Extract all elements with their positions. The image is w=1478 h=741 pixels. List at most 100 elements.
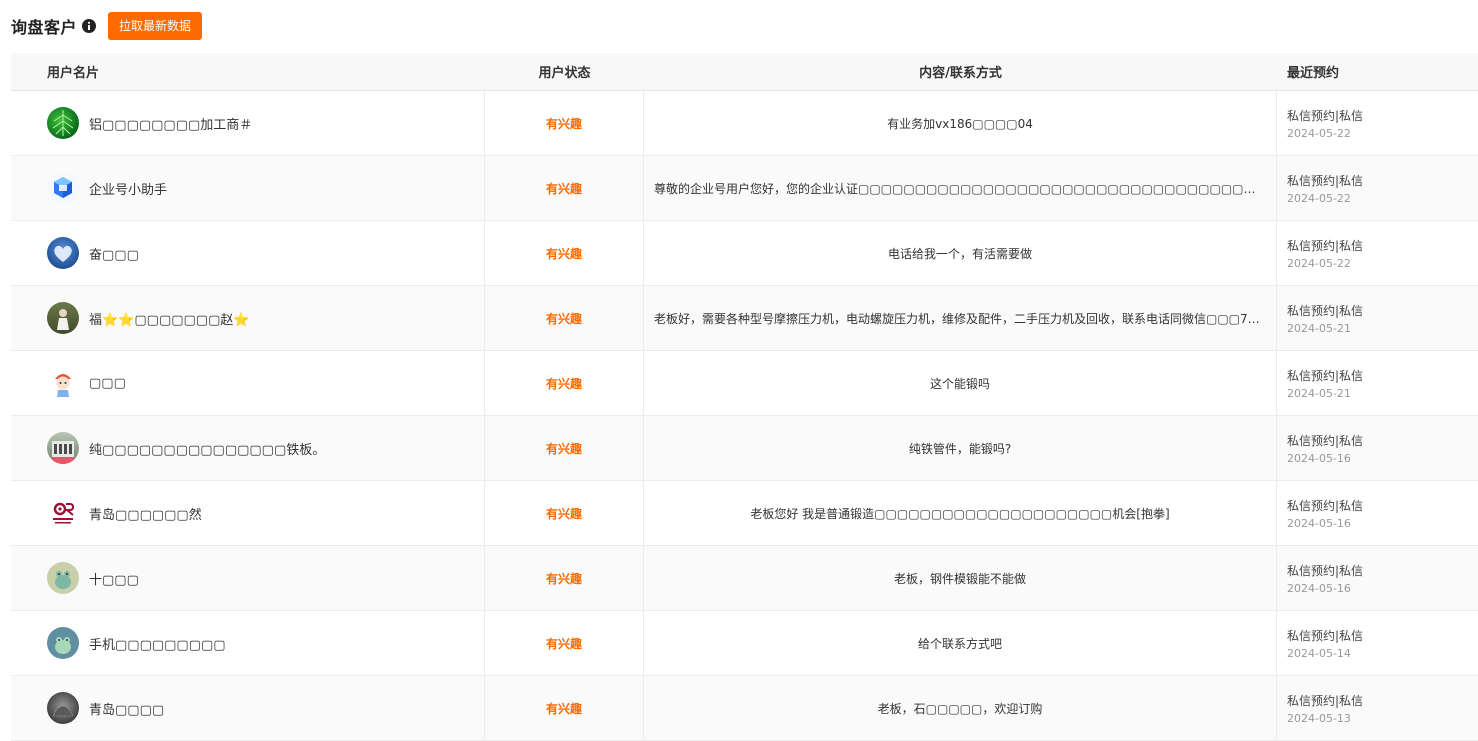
user-card[interactable]: 企业号小助手 <box>11 156 485 220</box>
recent-date: 2024-05-22 <box>1287 256 1351 270</box>
status-cell: 有兴趣 <box>485 481 644 545</box>
table-row[interactable]: 企业号小助手 有兴趣 尊敬的企业号用户您好，您的企业认证▢▢▢▢▢▢▢▢▢▢▢▢… <box>11 156 1478 221</box>
user-card[interactable]: 十▢▢▢ <box>11 546 485 610</box>
content-cell: 老板，钢件模锻能不能做 <box>644 546 1277 610</box>
status-cell: 有兴趣 <box>485 351 644 415</box>
recent-date: 2024-05-22 <box>1287 126 1351 140</box>
status-cell: 有兴趣 <box>485 91 644 155</box>
page-header: 询盘客户 拉取最新数据 <box>11 11 203 41</box>
recent-date: 2024-05-21 <box>1287 321 1351 335</box>
user-name: 铝▢▢▢▢▢▢▢▢加工商＃ <box>89 117 253 133</box>
user-name: 企业号小助手 <box>89 182 168 198</box>
message-content: 这个能锻吗 <box>929 376 990 391</box>
message-content: 老板您好 我是普通锻造▢▢▢▢▢▢▢▢▢▢▢▢▢▢▢▢▢▢▢▢▢机会[抱拳] <box>750 506 1170 521</box>
message-content: 老板，石▢▢▢▢▢，欢迎订购 <box>877 701 1043 716</box>
message-content: 电话给我一个，有活需要做 <box>887 246 1032 261</box>
recent-type: 私信预约|私信 <box>1287 563 1364 578</box>
recent-cell: 私信预约|私信 2024-05-21 <box>1277 286 1478 350</box>
recent-cell: 私信预约|私信 2024-05-22 <box>1277 221 1478 285</box>
status-badge: 有兴趣 <box>545 571 582 586</box>
column-header-recent: 最近预约 <box>1287 66 1340 81</box>
recent-cell: 私信预约|私信 2024-05-16 <box>1277 546 1478 610</box>
content-cell: 给个联系方式吧 <box>644 611 1277 675</box>
user-name: ▢▢▢ <box>89 375 126 391</box>
page-title: 询盘客户 <box>11 18 78 37</box>
status-badge: 有兴趣 <box>545 506 582 521</box>
message-content: 有业务加vx186▢▢▢▢04 <box>887 116 1033 131</box>
table-row[interactable]: 奋▢▢▢ 有兴趣 电话给我一个，有活需要做 私信预约|私信 2024-05-22 <box>11 221 1478 286</box>
user-name: 福⭐⭐▢▢▢▢▢▢▢赵⭐ <box>89 312 250 328</box>
recent-date: 2024-05-14 <box>1287 646 1351 660</box>
user-name: 青岛▢▢▢▢▢▢然 <box>89 507 202 523</box>
message-content: 老板好，需要各种型号摩擦压力机，电动螺旋压力机，维修及配件，二手压力机及回收，联… <box>654 311 1266 326</box>
table-row[interactable]: 纯▢▢▢▢▢▢▢▢▢▢▢▢▢▢▢铁板。 有兴趣 纯铁管件，能锻吗? 私信预约|私… <box>11 416 1478 481</box>
column-header-content: 内容/联系方式 <box>919 66 1002 81</box>
recent-cell: 私信预约|私信 2024-05-14 <box>1277 611 1478 675</box>
fetch-latest-data-button[interactable]: 拉取最新数据 <box>108 12 203 40</box>
status-badge: 有兴趣 <box>545 701 582 716</box>
user-card[interactable]: ▢▢▢ <box>11 351 485 415</box>
user-name: 手机▢▢▢▢▢▢▢▢▢ <box>89 637 226 653</box>
table-row[interactable]: 铝▢▢▢▢▢▢▢▢加工商＃ 有兴趣 有业务加vx186▢▢▢▢04 私信预约|私… <box>11 91 1478 156</box>
cartoon-girl-avatar <box>47 367 79 399</box>
user-card[interactable]: 铝▢▢▢▢▢▢▢▢加工商＃ <box>11 91 485 155</box>
status-badge: 有兴趣 <box>545 376 582 391</box>
status-cell: 有兴趣 <box>485 611 644 675</box>
recent-cell: 私信预约|私信 2024-05-16 <box>1277 481 1478 545</box>
recent-cell: 私信预约|私信 2024-05-22 <box>1277 156 1478 220</box>
table-row[interactable]: 十▢▢▢ 有兴趣 老板，钢件模锻能不能做 私信预约|私信 2024-05-16 <box>11 546 1478 611</box>
status-badge: 有兴趣 <box>545 116 582 131</box>
content-cell: 有业务加vx186▢▢▢▢04 <box>644 91 1277 155</box>
recent-type: 私信预约|私信 <box>1287 498 1364 513</box>
recent-type: 私信预约|私信 <box>1287 628 1364 643</box>
user-card[interactable]: 纯▢▢▢▢▢▢▢▢▢▢▢▢▢▢▢铁板。 <box>11 416 485 480</box>
message-content: 给个联系方式吧 <box>917 636 1002 651</box>
status-badge: 有兴趣 <box>545 181 582 196</box>
recent-cell: 私信预约|私信 2024-05-16 <box>1277 416 1478 480</box>
column-header-user: 用户名片 <box>47 66 100 81</box>
heart-avatar <box>47 237 79 269</box>
column-header-status: 用户状态 <box>538 66 591 81</box>
recent-date: 2024-05-16 <box>1287 451 1351 465</box>
status-badge: 有兴趣 <box>545 441 582 456</box>
recent-date: 2024-05-16 <box>1287 516 1351 530</box>
table-row[interactable]: 福⭐⭐▢▢▢▢▢▢▢赵⭐ 有兴趣 老板好，需要各种型号摩擦压力机，电动螺旋压力机… <box>11 286 1478 351</box>
recent-type: 私信预约|私信 <box>1287 303 1364 318</box>
person-outdoor-avatar <box>47 302 79 334</box>
status-cell: 有兴趣 <box>485 416 644 480</box>
user-card[interactable]: 青岛▢▢▢▢ <box>11 676 485 740</box>
message-content: 纯铁管件，能锻吗? <box>908 441 1012 456</box>
user-name: 奋▢▢▢ <box>89 247 139 263</box>
content-cell: 纯铁管件，能锻吗? <box>644 416 1277 480</box>
user-card[interactable]: 奋▢▢▢ <box>11 221 485 285</box>
user-card[interactable]: 青岛▢▢▢▢▢▢然 <box>11 481 485 545</box>
status-badge: 有兴趣 <box>545 311 582 326</box>
content-cell: 老板您好 我是普通锻造▢▢▢▢▢▢▢▢▢▢▢▢▢▢▢▢▢▢▢▢▢机会[抱拳] <box>644 481 1277 545</box>
user-card[interactable]: 手机▢▢▢▢▢▢▢▢▢ <box>11 611 485 675</box>
table-row[interactable]: ▢▢▢ 有兴趣 这个能锻吗 私信预约|私信 2024-05-21 <box>11 351 1478 416</box>
recent-type: 私信预约|私信 <box>1287 173 1364 188</box>
user-name: 青岛▢▢▢▢ <box>89 702 165 718</box>
table-header: 用户名片 用户状态 内容/联系方式 最近预约 <box>11 53 1478 91</box>
table-row[interactable]: 青岛▢▢▢▢ 有兴趣 老板，石▢▢▢▢▢，欢迎订购 私信预约|私信 2024-0… <box>11 676 1478 741</box>
user-card[interactable]: 福⭐⭐▢▢▢▢▢▢▢赵⭐ <box>11 286 485 350</box>
table-row[interactable]: 青岛▢▢▢▢▢▢然 有兴趣 老板您好 我是普通锻造▢▢▢▢▢▢▢▢▢▢▢▢▢▢▢… <box>11 481 1478 546</box>
recent-date: 2024-05-13 <box>1287 711 1351 725</box>
building-avatar <box>47 432 79 464</box>
user-name: 十▢▢▢ <box>89 572 139 588</box>
status-cell: 有兴趣 <box>485 546 644 610</box>
status-cell: 有兴趣 <box>485 221 644 285</box>
hedgehog-avatar <box>47 692 79 724</box>
content-cell: 尊敬的企业号用户您好，您的企业认证▢▢▢▢▢▢▢▢▢▢▢▢▢▢▢▢▢▢▢▢▢▢▢… <box>644 156 1277 220</box>
content-cell: 这个能锻吗 <box>644 351 1277 415</box>
table-row[interactable]: 手机▢▢▢▢▢▢▢▢▢ 有兴趣 给个联系方式吧 私信预约|私信 2024-05-… <box>11 611 1478 676</box>
recent-date: 2024-05-16 <box>1287 581 1351 595</box>
status-badge: 有兴趣 <box>545 636 582 651</box>
recent-type: 私信预约|私信 <box>1287 108 1364 123</box>
recent-type: 私信预约|私信 <box>1287 238 1364 253</box>
info-icon[interactable] <box>82 19 97 33</box>
recent-date: 2024-05-21 <box>1287 386 1351 400</box>
status-cell: 有兴趣 <box>485 156 644 220</box>
content-cell: 电话给我一个，有活需要做 <box>644 221 1277 285</box>
green-leaf-avatar <box>47 107 79 139</box>
